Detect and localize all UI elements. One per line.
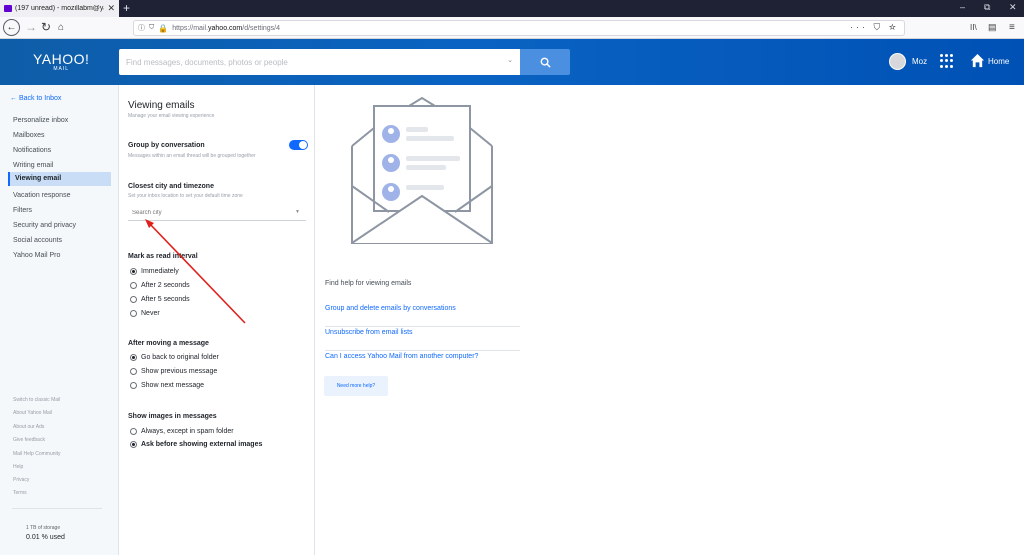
help-link-unsubscribe[interactable]: Unsubscribe from email lists	[325, 327, 520, 351]
city-heading: Closest city and timezone	[128, 183, 214, 190]
footer-link-feedback[interactable]: Give feedback	[13, 437, 45, 443]
group-by-description: Messages within an email thread will be …	[128, 153, 256, 159]
sidebar-item-social-accounts[interactable]: Social accounts	[8, 234, 111, 248]
reload-icon[interactable]: ↻	[41, 20, 51, 35]
mail-header: YAHOO! MAIL Find messages, documents, ph…	[0, 39, 1024, 85]
radio-original-folder[interactable]: Go back to original folder	[130, 354, 219, 361]
radio-selected-icon[interactable]	[130, 354, 137, 361]
footer-link-about-ads[interactable]: About our Ads	[13, 424, 44, 430]
footer-link-about-mail[interactable]: About Yahoo Mail	[13, 410, 52, 416]
search-icon	[540, 57, 551, 68]
footer-link-terms[interactable]: Terms	[13, 490, 27, 496]
home-link[interactable]: Home	[988, 57, 1009, 66]
radio-unselected-icon[interactable]	[130, 428, 137, 435]
radio-after-5-seconds[interactable]: After 5 seconds	[130, 296, 190, 303]
url-text: https://mail.yahoo.com/d/settings/4	[172, 24, 281, 32]
back-to-inbox-link[interactable]: ← Back to Inbox	[10, 95, 61, 102]
new-tab-button[interactable]: +	[123, 1, 130, 15]
storage-used: 0.01 % used	[26, 534, 65, 541]
info-icon[interactable]: ⓘ	[138, 23, 145, 33]
group-by-toggle[interactable]	[289, 140, 308, 150]
sidebar-item-security-privacy[interactable]: Security and privacy	[8, 219, 111, 233]
sidebar-item-viewing-email[interactable]: Viewing email	[8, 172, 111, 186]
after-move-heading: After moving a message	[128, 340, 209, 347]
page-subtitle: Manage your email viewing experience	[128, 113, 215, 119]
search-city-input[interactable]	[128, 205, 306, 221]
group-by-heading: Group by conversation	[128, 142, 205, 149]
home-icon[interactable]	[970, 53, 985, 68]
tab-close-icon[interactable]: ✕	[107, 3, 115, 14]
address-bar[interactable]: ⓘ ⛉ 🔒 https://mail.yahoo.com/d/settings/…	[133, 20, 905, 36]
radio-unselected-icon[interactable]	[130, 382, 137, 389]
avatar[interactable]	[889, 53, 906, 70]
radio-next-message[interactable]: Show next message	[130, 382, 204, 389]
chevron-down-icon[interactable]: ▼	[295, 209, 300, 215]
settings-sidebar: ← Back to Inbox Personalize inbox Mailbo…	[0, 85, 119, 555]
sidebar-item-filters[interactable]: Filters	[8, 204, 111, 218]
storage-total: 1 TB of storage	[26, 525, 61, 531]
radio-unselected-icon[interactable]	[130, 296, 137, 303]
browser-tab[interactable]: (197 unread) - mozillabm@yah ✕	[0, 0, 119, 17]
forward-arrow-icon[interactable]: →	[25, 20, 37, 35]
mark-read-heading: Mark as read interval	[128, 253, 198, 260]
need-more-help-button[interactable]: Need more help?	[324, 376, 388, 396]
sidebar-item-mailboxes[interactable]: Mailboxes	[8, 129, 111, 143]
tab-title: (197 unread) - mozillabm@yah	[15, 5, 105, 12]
images-heading: Show images in messages	[128, 413, 217, 420]
sidebar-item-personalize-inbox[interactable]: Personalize inbox	[8, 114, 111, 128]
help-link-access-other-computer[interactable]: Can I access Yahoo Mail from another com…	[325, 351, 520, 375]
radio-unselected-icon[interactable]	[130, 368, 137, 375]
back-arrow-icon[interactable]: ←	[3, 19, 20, 36]
radio-immediately[interactable]: Immediately	[130, 268, 179, 275]
radio-selected-icon[interactable]	[130, 268, 137, 275]
yahoo-mail-logo[interactable]: YAHOO! MAIL	[33, 52, 89, 72]
restore-button[interactable]: ⧉	[984, 2, 990, 13]
sidebar-icon[interactable]: ▤	[988, 20, 997, 35]
help-link-group-delete[interactable]: Group and delete emails by conversations	[325, 303, 520, 327]
radio-selected-icon[interactable]	[130, 441, 137, 448]
settings-panel: Viewing emails Manage your email viewing…	[119, 85, 315, 555]
page-actions-icon[interactable]: ··· ⛉ ☆	[850, 22, 899, 33]
radio-ask-before-images[interactable]: Ask before showing external images	[130, 441, 262, 448]
browser-tab-bar: (197 unread) - mozillabm@yah ✕ + – ⧉ ✕	[0, 0, 1024, 17]
help-title: Find help for viewing emails	[325, 280, 412, 287]
arrow-left-icon: ←	[10, 95, 17, 102]
divider	[12, 508, 102, 509]
minimize-button[interactable]: –	[960, 2, 965, 12]
search-button[interactable]	[520, 49, 570, 75]
sidebar-item-writing-email[interactable]: Writing email	[8, 159, 111, 173]
radio-always-except-spam[interactable]: Always, except in spam folder	[130, 428, 234, 435]
home-icon[interactable]: ⌂	[58, 20, 64, 35]
radio-after-2-seconds[interactable]: After 2 seconds	[130, 282, 190, 289]
footer-link-classic-mail[interactable]: Switch to classic Mail	[13, 397, 60, 403]
radio-previous-message[interactable]: Show previous message	[130, 368, 217, 375]
footer-link-help[interactable]: Help	[13, 464, 23, 470]
search-input[interactable]: Find messages, documents, photos or peop…	[119, 49, 520, 75]
library-icon[interactable]: II\	[970, 20, 977, 35]
menu-icon[interactable]: ≡	[1009, 20, 1015, 35]
radio-never[interactable]: Never	[130, 310, 160, 317]
radio-unselected-icon[interactable]	[130, 310, 137, 317]
sidebar-item-notifications[interactable]: Notifications	[8, 144, 111, 158]
shield-icon[interactable]: ⛉	[149, 24, 154, 32]
chevron-down-icon[interactable]: ⌄	[507, 56, 513, 64]
sidebar-item-vacation-response[interactable]: Vacation response	[8, 189, 111, 203]
footer-link-privacy[interactable]: Privacy	[13, 477, 29, 483]
envelope-illustration	[351, 96, 493, 244]
close-window-button[interactable]: ✕	[1009, 2, 1017, 13]
browser-toolbar: ← → ↻ ⌂ ⓘ ⛉ 🔒 https://mail.yahoo.com/d/s…	[0, 17, 1024, 39]
footer-link-community[interactable]: Mail Help Community	[13, 451, 61, 457]
city-description: Set your inbox location to set your defa…	[128, 193, 243, 199]
apps-grid-icon[interactable]	[940, 54, 954, 68]
yahoo-mail-favicon	[4, 5, 12, 12]
lock-icon[interactable]: 🔒	[158, 24, 168, 33]
sidebar-item-yahoo-mail-pro[interactable]: Yahoo Mail Pro	[8, 249, 111, 263]
page-title: Viewing emails	[128, 100, 195, 111]
user-name[interactable]: Moz	[912, 57, 927, 66]
radio-unselected-icon[interactable]	[130, 282, 137, 289]
